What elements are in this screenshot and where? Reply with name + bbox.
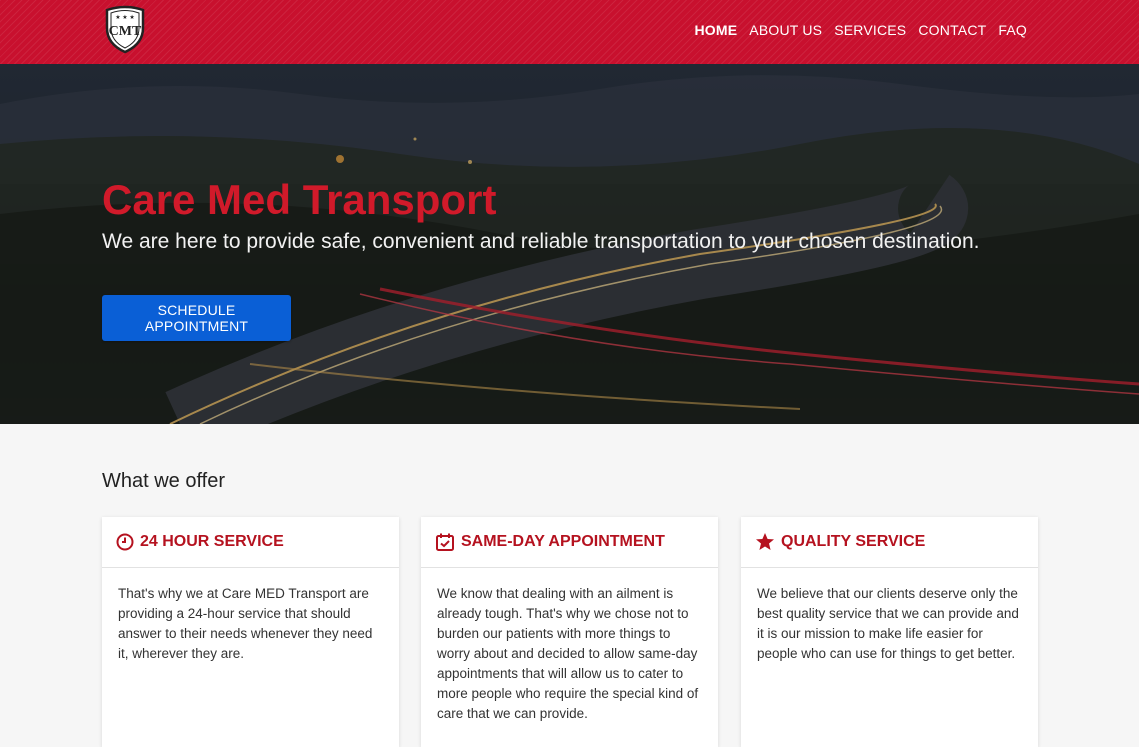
main-nav: HOME ABOUT US SERVICES CONTACT FAQ	[694, 22, 1027, 38]
nav-contact[interactable]: CONTACT	[918, 22, 986, 38]
section-heading-offer: What we offer	[102, 470, 226, 492]
clock-icon	[116, 533, 134, 551]
site-logo[interactable]: CMT ★ ★ ★	[103, 4, 147, 54]
card-body: We know that dealing with an ailment is …	[437, 586, 699, 721]
service-card-24-hour: 24 HOUR SERVICE That's why we at Care ME…	[102, 517, 399, 747]
hero-title: Care Med Transport	[102, 176, 497, 223]
schedule-appointment-button[interactable]: SCHEDULE APPOINTMENT	[102, 295, 291, 341]
hero-banner: Care Med Transport We are here to provid…	[0, 64, 1139, 424]
card-body: We believe that our clients deserve only…	[757, 586, 1019, 661]
calendar-check-icon	[436, 533, 454, 551]
svg-text:★ ★ ★: ★ ★ ★	[115, 14, 134, 21]
card-title: QUALITY SERVICE	[781, 533, 926, 550]
card-title: 24 HOUR SERVICE	[140, 533, 284, 550]
card-header: 24 HOUR SERVICE	[102, 517, 399, 568]
star-icon	[756, 533, 774, 550]
card-header: SAME-DAY APPOINTMENT	[421, 517, 718, 568]
card-header: QUALITY SERVICE	[741, 517, 1038, 568]
card-title: SAME-DAY APPOINTMENT	[461, 533, 665, 550]
logo-lettering: CMT	[109, 24, 142, 39]
service-card-same-day: SAME-DAY APPOINTMENT We know that dealin…	[421, 517, 718, 747]
nav-about-us[interactable]: ABOUT US	[749, 22, 822, 38]
hero-subtitle: We are here to provide safe, convenient …	[102, 230, 980, 253]
nav-services[interactable]: SERVICES	[834, 22, 906, 38]
nav-home[interactable]: HOME	[694, 22, 737, 38]
nav-faq[interactable]: FAQ	[998, 22, 1027, 38]
card-body: That's why we at Care MED Transport are …	[118, 586, 373, 661]
top-header: CMT ★ ★ ★ HOME ABOUT US SERVICES CONTACT…	[0, 0, 1139, 64]
service-card-quality: QUALITY SERVICE We believe that our clie…	[741, 517, 1038, 747]
